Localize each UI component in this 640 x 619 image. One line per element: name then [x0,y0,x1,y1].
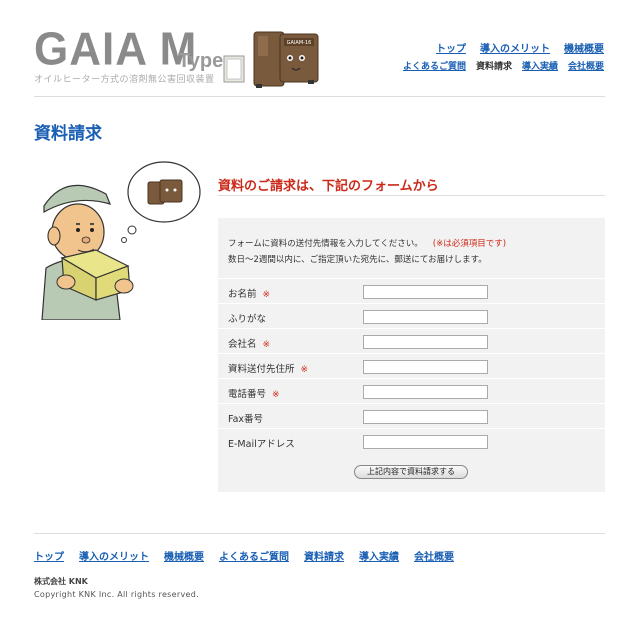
address-input[interactable] [363,360,488,374]
name-input[interactable] [363,285,488,299]
logo-wordmark[interactable]: GAIA M [34,26,197,73]
company-input[interactable] [363,335,488,349]
footer-nav: トップ 導入のメリット 機械概要 よくあるご質問 資料請求 導入実績 会社概要 [34,548,454,563]
field-label-company: 会社名 ※ [228,339,271,350]
logo-tagline: オイルヒーター方式の溶剤無公害回収装置 [34,75,215,85]
footer-link-merits[interactable]: 導入のメリット [79,548,149,563]
nav-item-merits[interactable]: 導入のメリット [480,40,550,55]
form-intro: フォームに資料の送付先情報を入力してください。 (※は必須項目です) 数日〜2週間… [228,236,506,268]
email-input[interactable] [363,435,488,449]
field-label-phone: 電話番号 ※ [228,389,280,400]
header-divider [34,96,605,97]
intro-text-2: 数日〜2週間以内に、ご指定頂いた宛先に、郵送にてお届けします。 [228,255,487,265]
copyright-text: Copyright KNK Inc. All rights reserved. [34,590,199,599]
machine-label: GAIAM-16 [287,40,312,46]
nav-item-company[interactable]: 会社概要 [568,59,604,72]
section-divider [218,195,605,196]
field-row-email: E-Mailアドレス [218,428,605,453]
phone-input[interactable] [363,385,488,399]
company-name: 株式会社 KNK [34,577,88,586]
fax-input[interactable] [363,410,488,424]
footer-divider [34,533,605,534]
field-label-address: 資料送付先住所 ※ [228,364,309,375]
person-reading-illustration [41,161,201,320]
field-row-name: お名前 ※ [218,278,605,303]
furigana-input[interactable] [363,310,488,324]
main-nav-primary: トップ 導入のメリット 機械概要 [436,40,604,55]
section-heading: 資料のご請求は、下記のフォームから [218,179,439,194]
nav-item-machine-overview[interactable]: 機械概要 [564,40,604,55]
page-title: 資料請求 [34,124,102,144]
footer-link-faq[interactable]: よくあるご質問 [219,548,289,563]
machine-illustration: GAIAM-16 [223,31,319,88]
submit-request-button[interactable]: 上記内容で資料請求する [354,465,468,479]
nav-item-top[interactable]: トップ [436,40,466,55]
required-note: (※は必須項目です) [432,239,507,249]
field-label-fax: Fax番号 [228,414,264,425]
nav-item-faq[interactable]: よくあるご質問 [403,59,466,72]
field-row-address: 資料送付先住所 ※ [218,353,605,378]
required-mark: ※ [262,340,271,350]
field-row-company: 会社名 ※ [218,328,605,353]
footer-link-machine-overview[interactable]: 機械概要 [164,548,204,563]
site-header: GAIA M Type オイルヒーター方式の溶剤無公害回収装置 GAIAM-16… [0,0,640,100]
required-mark: ※ [262,290,271,300]
request-form: フォームに資料の送付先情報を入力してください。 (※は必須項目です) 数日〜2週間… [218,218,605,492]
field-label-email: E-Mailアドレス [228,439,295,450]
nav-item-results[interactable]: 導入実績 [522,59,558,72]
main-nav-secondary: よくあるご質問 資料請求 導入実績 会社概要 [403,59,604,72]
footer-link-results[interactable]: 導入実績 [359,548,399,563]
required-mark: ※ [300,365,309,375]
field-row-fax: Fax番号 [218,403,605,428]
logo-type-label: Type [178,50,224,72]
footer-link-request[interactable]: 資料請求 [304,548,344,563]
nav-item-request-current: 資料請求 [475,62,512,72]
intro-text-1: フォームに資料の送付先情報を入力してください。 [228,239,423,249]
required-mark: ※ [272,390,280,400]
field-row-furigana: ふりがな [218,303,605,328]
footer-link-company[interactable]: 会社概要 [414,548,454,563]
field-label-name: お名前 ※ [228,289,271,300]
field-row-phone: 電話番号 ※ [218,378,605,403]
field-label-furigana: ふりがな [228,314,267,325]
footer-link-top[interactable]: トップ [34,548,64,563]
